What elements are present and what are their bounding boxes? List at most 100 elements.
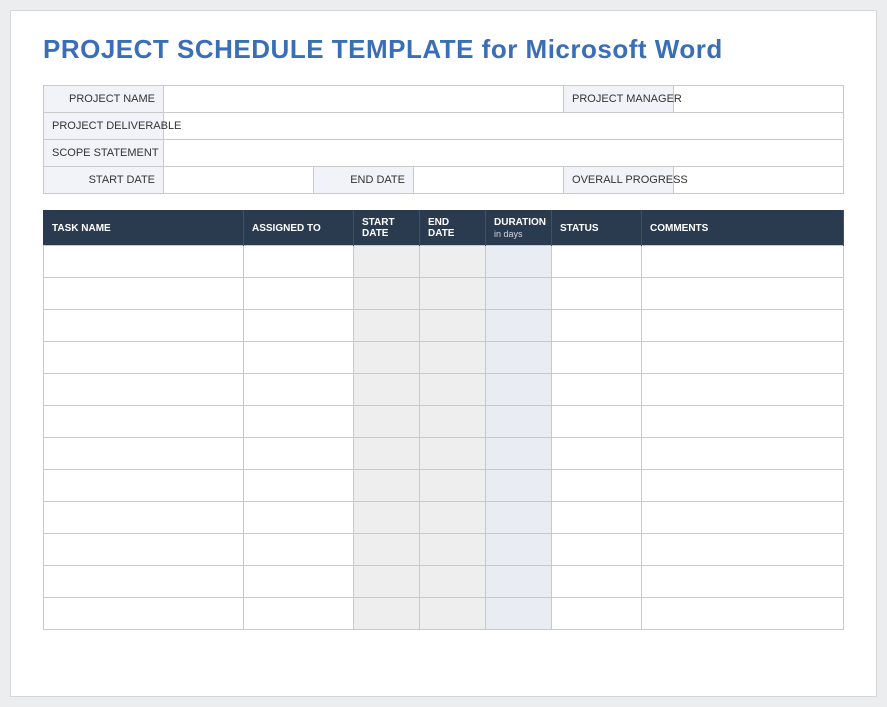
task-name-cell[interactable] (44, 374, 244, 406)
assigned-to-cell[interactable] (244, 438, 354, 470)
end-date-cell[interactable] (420, 534, 486, 566)
duration-cell[interactable] (486, 342, 552, 374)
task-name-cell[interactable] (44, 406, 244, 438)
duration-cell[interactable] (486, 438, 552, 470)
assigned-to-cell[interactable] (244, 502, 354, 534)
assigned-to-cell[interactable] (244, 342, 354, 374)
start-date-cell[interactable] (354, 598, 420, 630)
start-date-cell[interactable] (354, 566, 420, 598)
task-row (44, 502, 844, 534)
assigned-to-cell[interactable] (244, 246, 354, 278)
comments-cell[interactable] (642, 406, 844, 438)
project-manager-field[interactable] (674, 86, 844, 113)
end-date-cell[interactable] (420, 406, 486, 438)
status-cell[interactable] (552, 342, 642, 374)
comments-cell[interactable] (642, 246, 844, 278)
assigned-to-cell[interactable] (244, 278, 354, 310)
start-date-cell[interactable] (354, 310, 420, 342)
status-cell[interactable] (552, 406, 642, 438)
end-date-cell[interactable] (420, 470, 486, 502)
status-cell[interactable] (552, 598, 642, 630)
task-name-cell[interactable] (44, 246, 244, 278)
duration-cell[interactable] (486, 278, 552, 310)
end-date-cell[interactable] (420, 598, 486, 630)
project-meta-table: PROJECT NAME PROJECT MANAGER PROJECT DEL… (43, 85, 844, 194)
task-name-cell[interactable] (44, 534, 244, 566)
task-name-cell[interactable] (44, 598, 244, 630)
project-deliverable-label: PROJECT DELIVERABLE (44, 113, 164, 140)
end-date-label: END DATE (314, 167, 414, 194)
assigned-to-cell[interactable] (244, 470, 354, 502)
th-end-date: END DATE (420, 211, 486, 246)
task-name-cell[interactable] (44, 502, 244, 534)
start-date-cell[interactable] (354, 438, 420, 470)
end-date-field[interactable] (414, 167, 564, 194)
comments-cell[interactable] (642, 278, 844, 310)
comments-cell[interactable] (642, 502, 844, 534)
task-name-cell[interactable] (44, 566, 244, 598)
duration-cell[interactable] (486, 406, 552, 438)
task-row (44, 278, 844, 310)
comments-cell[interactable] (642, 534, 844, 566)
th-status: STATUS (552, 211, 642, 246)
status-cell[interactable] (552, 438, 642, 470)
task-name-cell[interactable] (44, 278, 244, 310)
end-date-cell[interactable] (420, 342, 486, 374)
assigned-to-cell[interactable] (244, 374, 354, 406)
comments-cell[interactable] (642, 598, 844, 630)
duration-cell[interactable] (486, 246, 552, 278)
project-name-field[interactable] (164, 86, 564, 113)
start-date-cell[interactable] (354, 470, 420, 502)
status-cell[interactable] (552, 246, 642, 278)
end-date-cell[interactable] (420, 278, 486, 310)
status-cell[interactable] (552, 502, 642, 534)
project-deliverable-field[interactable] (164, 113, 844, 140)
comments-cell[interactable] (642, 470, 844, 502)
comments-cell[interactable] (642, 438, 844, 470)
task-name-cell[interactable] (44, 342, 244, 374)
assigned-to-cell[interactable] (244, 534, 354, 566)
task-row (44, 534, 844, 566)
start-date-cell[interactable] (354, 246, 420, 278)
duration-cell[interactable] (486, 534, 552, 566)
start-date-cell[interactable] (354, 406, 420, 438)
start-date-cell[interactable] (354, 278, 420, 310)
task-name-cell[interactable] (44, 470, 244, 502)
task-row (44, 310, 844, 342)
comments-cell[interactable] (642, 374, 844, 406)
scope-statement-field[interactable] (164, 140, 844, 167)
end-date-cell[interactable] (420, 374, 486, 406)
start-date-cell[interactable] (354, 374, 420, 406)
end-date-cell[interactable] (420, 566, 486, 598)
start-date-cell[interactable] (354, 502, 420, 534)
assigned-to-cell[interactable] (244, 406, 354, 438)
assigned-to-cell[interactable] (244, 566, 354, 598)
status-cell[interactable] (552, 374, 642, 406)
duration-cell[interactable] (486, 566, 552, 598)
status-cell[interactable] (552, 310, 642, 342)
status-cell[interactable] (552, 278, 642, 310)
status-cell[interactable] (552, 566, 642, 598)
end-date-cell[interactable] (420, 310, 486, 342)
comments-cell[interactable] (642, 566, 844, 598)
status-cell[interactable] (552, 534, 642, 566)
comments-cell[interactable] (642, 342, 844, 374)
status-cell[interactable] (552, 470, 642, 502)
end-date-cell[interactable] (420, 502, 486, 534)
task-name-cell[interactable] (44, 438, 244, 470)
task-name-cell[interactable] (44, 310, 244, 342)
duration-cell[interactable] (486, 470, 552, 502)
start-date-cell[interactable] (354, 342, 420, 374)
assigned-to-cell[interactable] (244, 310, 354, 342)
end-date-cell[interactable] (420, 246, 486, 278)
duration-cell[interactable] (486, 598, 552, 630)
start-date-cell[interactable] (354, 534, 420, 566)
overall-progress-field[interactable] (674, 167, 844, 194)
end-date-cell[interactable] (420, 438, 486, 470)
assigned-to-cell[interactable] (244, 598, 354, 630)
comments-cell[interactable] (642, 310, 844, 342)
start-date-field[interactable] (164, 167, 314, 194)
duration-cell[interactable] (486, 502, 552, 534)
duration-cell[interactable] (486, 374, 552, 406)
duration-cell[interactable] (486, 310, 552, 342)
